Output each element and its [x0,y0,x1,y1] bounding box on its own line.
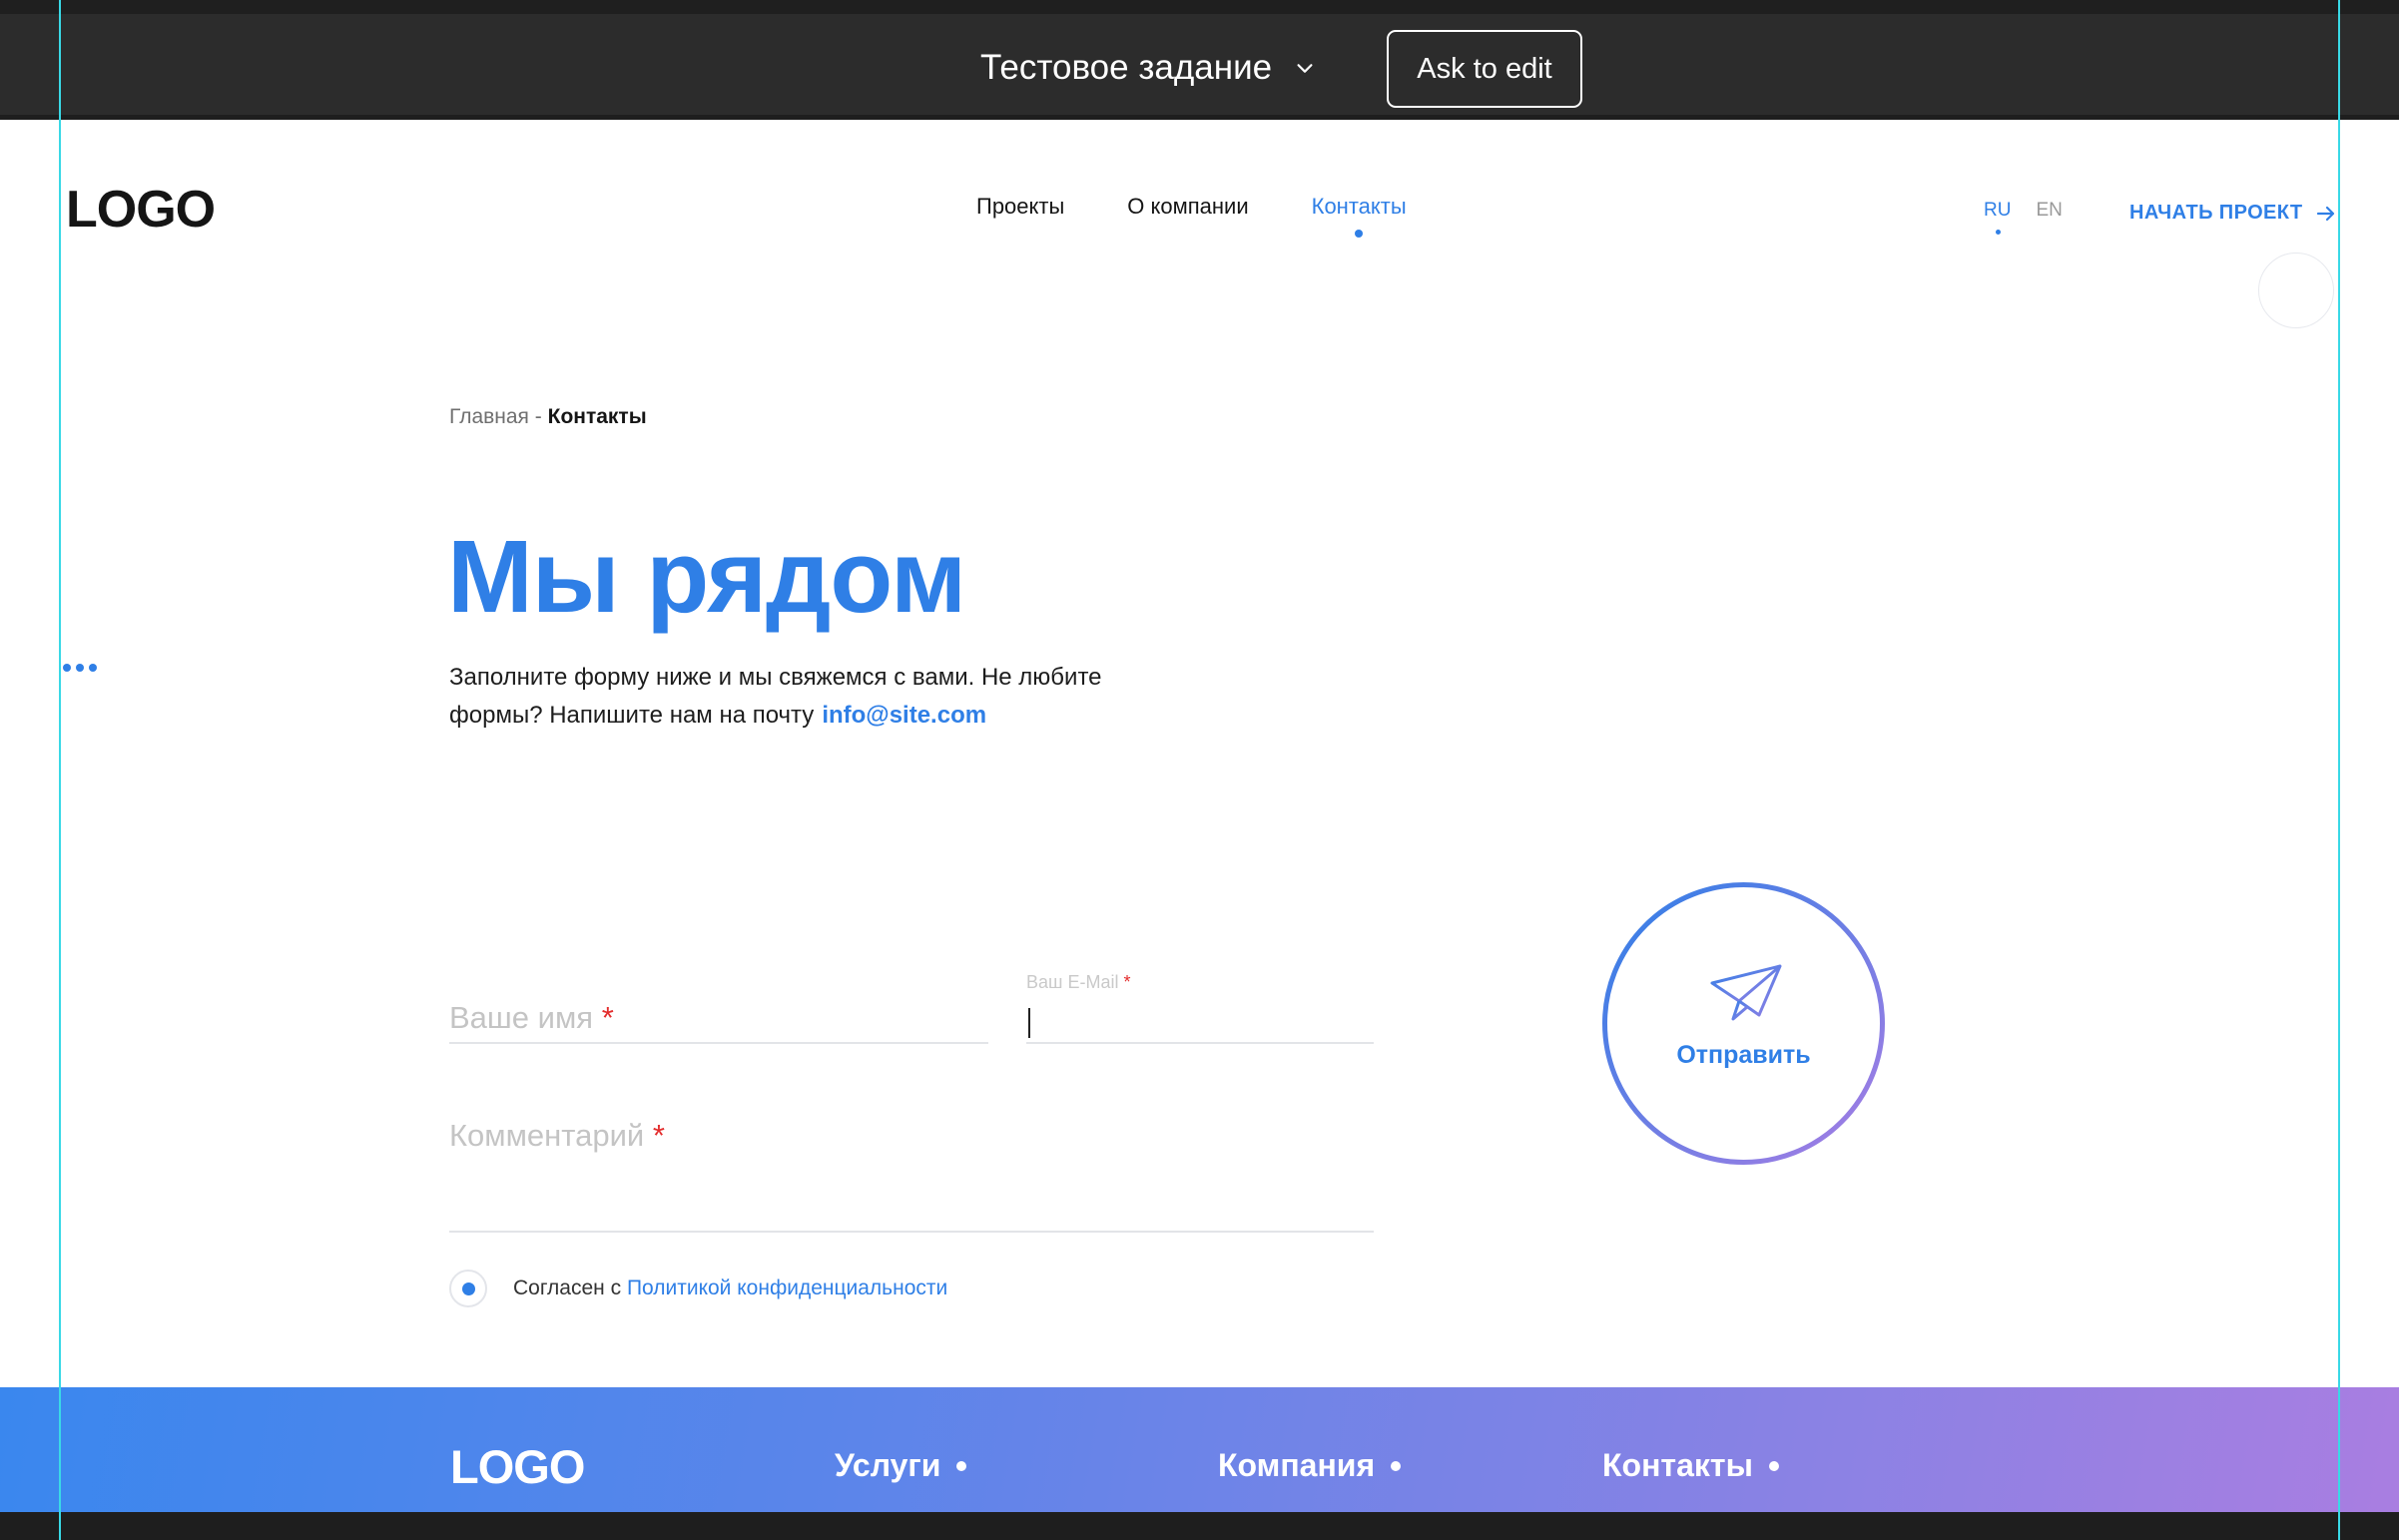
page-title: Мы рядом [447,519,966,634]
paper-plane-icon [1710,964,1782,1021]
breadcrumb-current: Контакты [547,405,647,428]
start-project-label: НАЧАТЬ ПРОЕКТ [2129,202,2303,224]
email-label: Ваш E-Mail * [1026,972,1131,992]
arrow-right-icon [2317,206,2335,221]
email-link[interactable]: info@site.com [822,702,986,729]
nav-item-company[interactable]: О компании [1127,194,1248,220]
main-nav: Проекты О компании Контакты [976,194,1407,238]
header-logo[interactable]: LOGO [66,180,216,240]
text-cursor [1028,1008,1030,1038]
name-field[interactable]: Ваше имя * [449,964,988,1044]
file-title-menu[interactable]: Тестовое задание [980,32,1316,104]
submit-ring [1602,882,1885,1165]
layout-guide-right [2338,0,2340,1540]
design-frame: LOGO Проекты О компании Контакты RU EN Н… [0,120,2399,1512]
chevron-down-icon [1297,64,1313,73]
privacy-policy-link[interactable]: Политикой конфиденциальности [627,1277,947,1299]
footer: LOGO Услуги Компания Контакты [0,1387,2399,1512]
footer-dot [1391,1460,1402,1471]
privacy-consent-label: Согласен с Политикой конфиденциальности [513,1277,948,1299]
nav-item-projects[interactable]: Проекты [976,194,1064,220]
language-switcher: RU EN [1984,200,2063,235]
ask-to-edit-button[interactable]: Ask to edit [1387,30,1582,108]
app-root: Тестовое задание Ask to edit LOGO Проект… [0,0,2399,1540]
submit-label: Отправить [1676,1041,1811,1069]
intro-line-1: Заполните форму ниже и мы свяжемся с вам… [449,664,1102,691]
lang-en[interactable]: EN [2036,200,2062,222]
layout-guide-left [59,0,61,1540]
privacy-consent-radio[interactable] [449,1270,487,1307]
more-menu-icon[interactable] [63,664,97,672]
nav-item-contacts[interactable]: Контакты [1312,194,1407,238]
breadcrumb-home[interactable]: Главная [449,405,529,428]
file-title: Тестовое задание [980,48,1273,87]
editor-toolbar: Тестовое задание Ask to edit [0,0,2399,115]
footer-item-services[interactable]: Услуги [835,1447,967,1484]
comment-field[interactable]: Комментарий * [449,1096,1374,1233]
start-project-button[interactable]: НАЧАТЬ ПРОЕКТ [2129,202,2336,225]
intro-line-2-text: формы? Напишите нам на почту [449,702,815,729]
footer-dot [1768,1460,1779,1471]
footer-item-company[interactable]: Компания [1218,1447,1402,1484]
email-field[interactable]: Ваш E-Mail * [1026,964,1374,1044]
intro-line-2: формы? Напишите нам на почту info@site.co… [449,697,1168,735]
breadcrumb: Главная - Контакты [449,405,647,429]
intro-text: Заполните форму ниже и мы свяжемся с вам… [449,659,1168,735]
lang-ru[interactable]: RU [1984,200,2011,235]
comment-placeholder: Комментарий * [449,1118,665,1153]
footer-dot [956,1460,967,1471]
cta-ring-decoration [2258,253,2334,328]
footer-logo[interactable]: LOGO [450,1439,585,1494]
breadcrumb-separator: - [534,405,542,428]
submit-button[interactable]: Отправить [1601,881,1886,1166]
footer-item-contacts[interactable]: Контакты [1602,1447,1779,1484]
name-placeholder: Ваше имя * [449,1000,614,1035]
privacy-consent: Согласен с Политикой конфиденциальности [449,1270,947,1307]
